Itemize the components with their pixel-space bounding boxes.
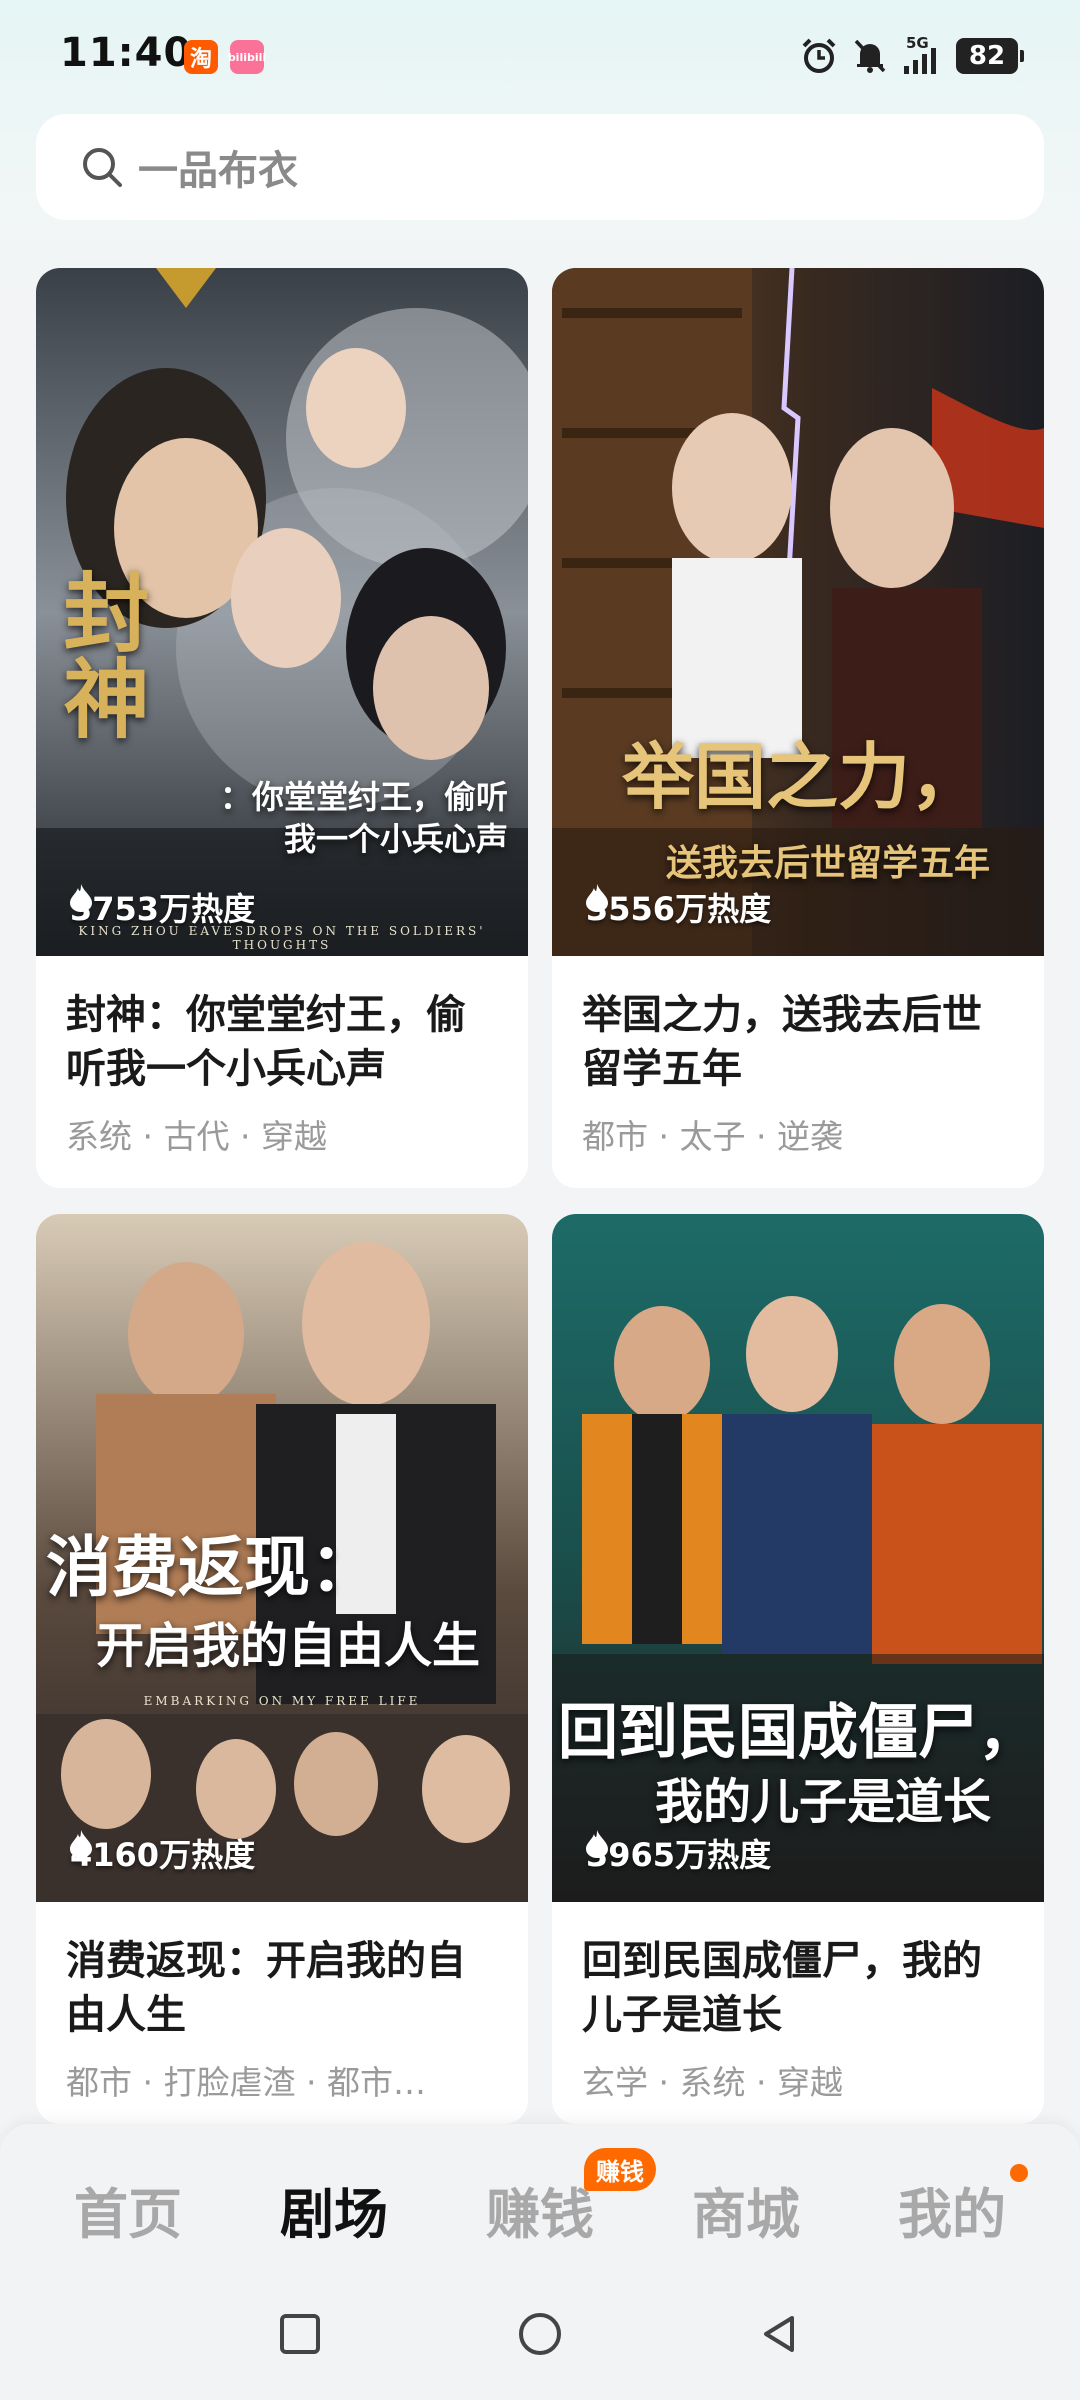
taobao-app-icon: 淘 <box>184 40 218 74</box>
square-icon <box>280 2314 320 2354</box>
drama-card[interactable]: 举国之力， 送我去后世留学五年 3556万热度 举国之力，送我去后世留学五年 都… <box>552 268 1044 1188</box>
status-bar: 11:40 淘 bilibili 5G 82 <box>0 0 1080 116</box>
search-placeholder: 一品布衣 <box>138 148 298 194</box>
drama-card[interactable]: 消费返现： 开启我的自由人生 EMBARKING ON MY FREE LIFE… <box>36 1214 528 2124</box>
tab-theater[interactable]: 剧场 <box>244 2170 424 2249</box>
poster-subtitle-text: 开启我的自由人生 <box>96 1618 481 1674</box>
earn-badge: 赚钱 <box>584 2148 656 2191</box>
tab-home[interactable]: 首页 <box>38 2170 218 2249</box>
poster-subtitle-text: 送我去后世留学五年 <box>665 842 990 884</box>
drama-title: 举国之力，送我去后世留学五年 <box>582 992 982 1092</box>
status-time: 11:40 <box>60 30 193 76</box>
recents-button[interactable] <box>270 2304 330 2364</box>
search-bar[interactable]: 一品布衣 <box>36 114 1044 220</box>
drama-poster: 举国之力， 送我去后世留学五年 3556万热度 <box>552 268 1044 956</box>
poster-title-text: 封神 <box>48 568 149 740</box>
mute-bell-icon <box>854 39 886 73</box>
flame-icon <box>586 1830 608 1858</box>
drama-title: 消费返现：开启我的自由人生 <box>66 1938 466 2038</box>
drama-card[interactable]: 回到民国成僵尸， 我的儿子是道长 3965万热度 回到民国成僵尸，我的儿子是道长… <box>552 1214 1044 2124</box>
alarm-icon <box>802 38 836 73</box>
drama-poster: 消费返现： 开启我的自由人生 EMBARKING ON MY FREE LIFE… <box>36 1214 528 1902</box>
drama-tags: 都市 · 打脸虐渣 · 都市… <box>66 2063 426 2102</box>
drama-tags: 系统 · 古代 · 穿越 <box>66 1117 327 1156</box>
system-icons: 5G 82 <box>800 34 1024 78</box>
heat-label: 3965万热度 <box>586 1830 771 1876</box>
heat-value: 4160万热度 <box>70 1836 256 1874</box>
home-button[interactable] <box>510 2304 570 2364</box>
search-icon <box>83 148 122 187</box>
battery-indicator: 82 <box>956 38 1024 74</box>
drama-title: 封神：你堂堂纣王，偷听我一个小兵心声 <box>66 992 466 1092</box>
drama-poster: 封神 ：你堂堂纣王，偷听我一个小兵心声 KING ZHOU EAVESDROPS… <box>36 268 528 956</box>
circle-icon <box>519 2313 561 2355</box>
poster-title-text: 举国之力， <box>622 734 983 819</box>
drama-title: 回到民国成僵尸，我的儿子是道长 <box>582 1938 982 2038</box>
poster-title-text: 回到民国成僵尸， <box>558 1698 1038 1768</box>
poster-title-text: 消费返现： <box>46 1528 376 1606</box>
tab-mall[interactable]: 商城 <box>656 2170 836 2249</box>
heat-value: 3753万热度 <box>70 890 256 928</box>
flame-icon <box>586 884 608 912</box>
back-triangle-icon <box>764 2316 794 2352</box>
heat-value: 3965万热度 <box>586 1836 772 1874</box>
drama-tags: 玄学 · 系统 · 穿越 <box>582 2063 843 2102</box>
bilibili-app-icon: bilibili <box>228 40 266 74</box>
heat-value: 3556万热度 <box>586 890 772 928</box>
poster-english-text: EMBARKING ON MY FREE LIFE <box>143 1694 421 1708</box>
poster-subtitle-text: 我的儿子是道长 <box>654 1774 991 1830</box>
flame-icon <box>70 1830 92 1858</box>
notification-dot <box>1010 2164 1028 2182</box>
heat-label: 3556万热度 <box>586 884 771 930</box>
signal-icon: 5G <box>902 34 942 76</box>
drama-card[interactable]: 封神 ：你堂堂纣王，偷听我一个小兵心声 KING ZHOU EAVESDROPS… <box>36 268 528 1188</box>
drama-tags: 都市 · 太子 · 逆袭 <box>582 1117 843 1156</box>
poster-subtitle-text: ：你堂堂纣王，偷听我一个小兵心声 <box>219 778 508 858</box>
heat-label: 3753万热度 <box>70 884 255 930</box>
drama-poster: 回到民国成僵尸， 我的儿子是道长 3965万热度 <box>552 1214 1044 1902</box>
back-button[interactable] <box>750 2304 810 2364</box>
flame-icon <box>70 884 92 912</box>
tab-mine[interactable]: 我的 <box>862 2170 1042 2249</box>
system-navigation-bar <box>0 2304 1080 2364</box>
heat-label: 4160万热度 <box>70 1830 255 1876</box>
